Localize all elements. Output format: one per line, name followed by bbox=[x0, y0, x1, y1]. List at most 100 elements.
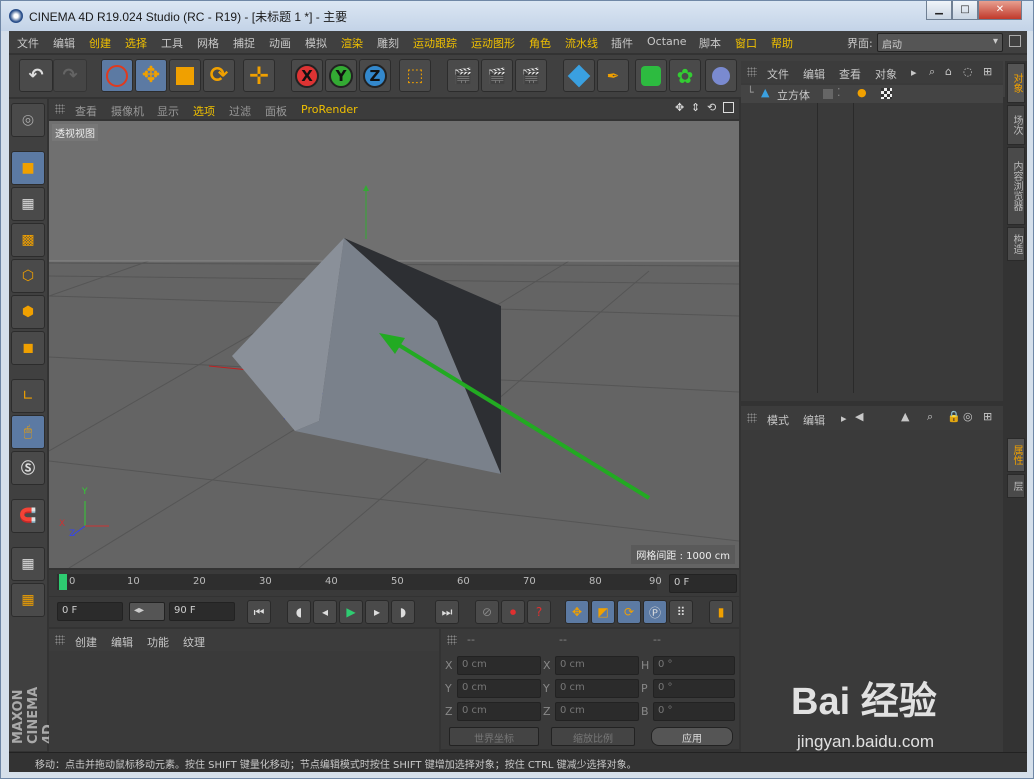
rotation-h-field[interactable]: 0 ° bbox=[653, 656, 735, 675]
menu-snap[interactable]: 捕捉 bbox=[233, 35, 255, 51]
maximize-layout-icon[interactable] bbox=[1009, 35, 1021, 47]
redo-button[interactable]: ↷ bbox=[53, 59, 87, 92]
close-button[interactable]: ✕ bbox=[978, 1, 1022, 20]
viewport-menu-camera[interactable]: 摄像机 bbox=[111, 103, 144, 119]
material-menu-texture[interactable]: 纹理 bbox=[183, 634, 205, 650]
current-frame-field[interactable]: 0 F bbox=[669, 574, 737, 593]
menu-select[interactable]: 选择 bbox=[125, 35, 147, 51]
visibility-toggle-icon[interactable] bbox=[823, 89, 833, 99]
edges-mode-button[interactable]: ⬢ bbox=[11, 295, 45, 329]
menu-motion-tracking[interactable]: 运动跟踪 bbox=[413, 35, 457, 51]
prev-frame-button[interactable]: ◂ bbox=[313, 600, 337, 624]
go-to-end-button[interactable]: ⏭ bbox=[435, 600, 459, 624]
tab-content-browser[interactable]: 内容浏览器 bbox=[1007, 147, 1025, 225]
new-panel-icon[interactable]: ⊞ bbox=[983, 65, 992, 78]
start-frame-field[interactable]: 0 F bbox=[57, 602, 123, 621]
attribute-menu-edit[interactable]: 编辑 bbox=[803, 412, 825, 428]
timeline-ruler[interactable]: 0 10 20 30 40 50 60 70 80 90 bbox=[57, 574, 662, 590]
snap-button[interactable]: 🧲 bbox=[11, 499, 45, 533]
cloner-button[interactable]: ✿ bbox=[669, 59, 701, 92]
search-icon[interactable]: ⌕ bbox=[927, 410, 933, 424]
viewport-menu-view[interactable]: 查看 bbox=[75, 103, 97, 119]
undo-button[interactable]: ↶ bbox=[19, 59, 53, 92]
play-button[interactable]: ▶ bbox=[339, 600, 363, 624]
key-param-button[interactable]: Ⓟ bbox=[643, 600, 667, 624]
search-icon[interactable]: ⌕ bbox=[929, 65, 935, 79]
subdivision-button[interactable] bbox=[635, 59, 667, 92]
object-menu-edit[interactable]: 编辑 bbox=[803, 66, 825, 82]
menu-render[interactable]: 渲染 bbox=[341, 35, 363, 51]
end-frame-field[interactable]: 90 F bbox=[169, 602, 235, 621]
tag-phong-icon[interactable]: ● bbox=[857, 86, 867, 99]
key-pla-button[interactable]: ⠿ bbox=[669, 600, 693, 624]
menu-file[interactable]: 文件 bbox=[17, 35, 39, 51]
make-editable-button[interactable]: ◎ bbox=[11, 103, 45, 137]
object-menu-file[interactable]: 文件 bbox=[767, 66, 789, 82]
object-menu-view[interactable]: 查看 bbox=[839, 66, 861, 82]
viewport-toggle-icon[interactable] bbox=[723, 102, 734, 113]
model-mode-button[interactable]: ■ bbox=[11, 151, 45, 185]
menu-animate[interactable]: 动画 bbox=[269, 35, 291, 51]
cube-button[interactable] bbox=[563, 59, 595, 92]
tab-layers[interactable]: 层 bbox=[1007, 474, 1025, 498]
more-arrow-icon[interactable]: ▸ bbox=[841, 412, 847, 425]
menu-octane[interactable]: Octane bbox=[647, 35, 687, 48]
viewport-rotate-icon[interactable]: ⟲ bbox=[707, 101, 716, 114]
axis-mode-button[interactable]: ∟ bbox=[11, 379, 45, 413]
size-x-field[interactable]: 0 cm bbox=[555, 656, 639, 675]
keyframe-help-button[interactable]: ? bbox=[527, 600, 551, 624]
material-menu-function[interactable]: 功能 bbox=[147, 634, 169, 650]
key-position-button[interactable]: ✥ bbox=[565, 600, 589, 624]
layer-dots-icon[interactable]: ⁚ bbox=[837, 86, 841, 99]
menu-simulate[interactable]: 模拟 bbox=[305, 35, 327, 51]
position-y-field[interactable]: 0 cm bbox=[457, 679, 541, 698]
axis-z-button[interactable]: Z bbox=[359, 59, 391, 92]
menu-mograph[interactable]: 运动图形 bbox=[471, 35, 515, 51]
deformer-button[interactable] bbox=[705, 59, 737, 92]
world-coords-select[interactable]: 世界坐标 bbox=[449, 727, 539, 746]
position-z-field[interactable]: 0 cm bbox=[457, 702, 541, 721]
axis-x-button[interactable]: X bbox=[291, 59, 323, 92]
scale-select[interactable]: 缩放比例 bbox=[551, 727, 635, 746]
minimize-button[interactable]: ▁ bbox=[926, 1, 952, 20]
render-view-button[interactable]: 🎬 bbox=[447, 59, 479, 92]
menu-help[interactable]: 帮助 bbox=[771, 35, 793, 51]
texture-mode-button[interactable]: ▦ bbox=[11, 187, 45, 221]
next-key-button[interactable]: ◗ bbox=[391, 600, 415, 624]
object-name[interactable]: 立方体 bbox=[777, 87, 810, 103]
menu-create[interactable]: 创建 bbox=[89, 35, 111, 51]
key-scale-button[interactable]: ◩ bbox=[591, 600, 615, 624]
key-rotation-button[interactable]: ⟳ bbox=[617, 600, 641, 624]
menu-sculpt[interactable]: 雕刻 bbox=[377, 35, 399, 51]
tag-checker-icon[interactable] bbox=[881, 88, 892, 99]
render-picture-viewer-button[interactable]: 🎬 bbox=[481, 59, 513, 92]
recent-tools-button[interactable]: ✛ bbox=[243, 59, 275, 92]
viewport-menu-options[interactable]: 选项 bbox=[193, 103, 215, 119]
next-frame-button[interactable]: ▸ bbox=[365, 600, 389, 624]
timeline-window-button[interactable]: ▮ bbox=[709, 600, 733, 624]
object-menu-object[interactable]: 对象 bbox=[875, 66, 897, 82]
viewport-move-icon[interactable]: ✥ bbox=[675, 101, 684, 114]
playhead[interactable] bbox=[59, 574, 67, 590]
workplane-button[interactable]: ▩ bbox=[11, 223, 45, 257]
viewport-zoom-icon[interactable]: ⇕ bbox=[691, 101, 700, 114]
object-row[interactable]: └ ▲ 立方体 ⁚ ● bbox=[741, 85, 1003, 103]
points-mode-button[interactable]: ⬡ bbox=[11, 259, 45, 293]
size-y-field[interactable]: 0 cm bbox=[555, 679, 639, 698]
maximize-button[interactable]: □ bbox=[952, 1, 978, 20]
size-z-field[interactable]: 0 cm bbox=[555, 702, 639, 721]
solo-button[interactable]: Ⓢ bbox=[11, 451, 45, 485]
layout-select[interactable]: 启动 ▾ bbox=[877, 33, 1003, 52]
more-arrow-icon[interactable]: ▸ bbox=[911, 66, 917, 79]
material-menu-edit[interactable]: 编辑 bbox=[111, 634, 133, 650]
back-arrow-icon[interactable]: ◀ bbox=[855, 410, 863, 423]
up-arrow-icon[interactable]: ▲ bbox=[901, 410, 909, 423]
tab-attributes[interactable]: 属性 bbox=[1007, 438, 1025, 472]
tab-structure[interactable]: 构造 bbox=[1007, 227, 1025, 261]
coordinate-system-button[interactable]: ⬚ bbox=[399, 59, 431, 92]
lock-workplane-button[interactable]: ▦ bbox=[11, 547, 45, 581]
render-settings-button[interactable]: 🎬 bbox=[515, 59, 547, 92]
menu-script[interactable]: 脚本 bbox=[699, 35, 721, 51]
scale-tool-button[interactable] bbox=[169, 59, 201, 92]
target-icon[interactable]: ◎ bbox=[963, 410, 973, 423]
